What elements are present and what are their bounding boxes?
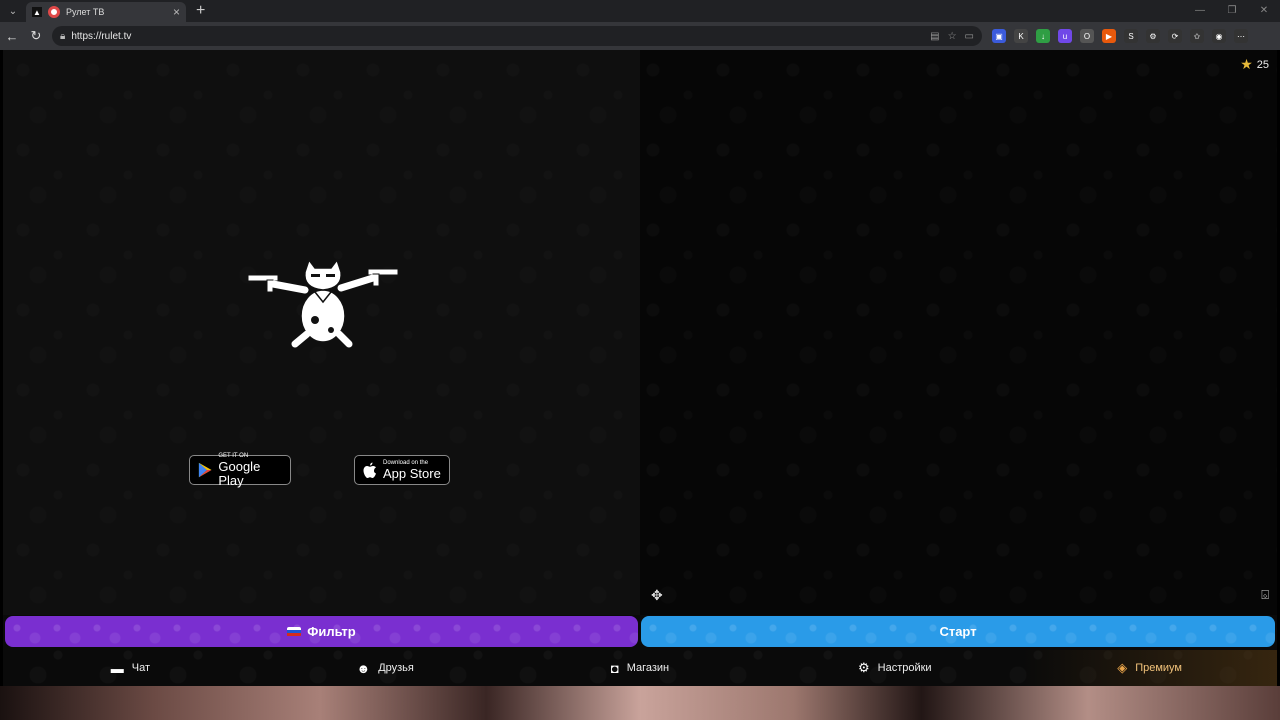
- nav-shop-label: Магазин: [626, 662, 670, 674]
- minimize-button[interactable]: —: [1184, 0, 1216, 22]
- app-favicon-icon: ▲: [32, 7, 42, 17]
- filter-label: Фильтр: [307, 624, 356, 639]
- omnibox-icons: ▤ ☆ ▭: [930, 31, 974, 42]
- friends-icon: ☻: [356, 660, 371, 676]
- extension-icon[interactable]: ▣: [992, 29, 1006, 43]
- back-button[interactable]: ←: [0, 29, 24, 44]
- google-play-button[interactable]: GET IT ON Google Play: [189, 453, 291, 488]
- profile-icon[interactable]: ◉: [1212, 29, 1226, 43]
- tab-list-chevron-icon[interactable]: ⌄: [0, 0, 26, 22]
- google-play-icon: [198, 462, 212, 478]
- window-controls: — ❐ ✕: [1184, 0, 1280, 22]
- nav-chat-label: Чат: [131, 662, 151, 674]
- extension-icon[interactable]: S: [1124, 29, 1138, 43]
- browser-tabbar: ⌄ ▲ Рулет ТВ × + — ❐ ✕: [0, 0, 1280, 22]
- extensions-bar: ▣ K ↓ u O ▶ S ⚙ ⟳ ✩ ◉ ⋯: [992, 29, 1248, 43]
- reload-button[interactable]: ↻: [24, 28, 48, 44]
- gamepad-icon[interactable]: ✥: [651, 587, 663, 604]
- google-play-big: Google Play: [218, 458, 261, 488]
- nav-item-premium[interactable]: ◈ Премиум: [1022, 650, 1277, 686]
- chat-icon: ▬: [110, 660, 124, 676]
- extension-icon[interactable]: u: [1058, 29, 1072, 43]
- filter-button[interactable]: Фильтр: [5, 616, 638, 647]
- menu-icon[interactable]: ⋯: [1234, 29, 1248, 43]
- start-button[interactable]: Старт: [641, 616, 1275, 647]
- right-video-panel: [640, 50, 1277, 615]
- site-favicon-icon: [48, 6, 60, 18]
- nav-friends-label: Друзья: [378, 662, 414, 674]
- new-tab-button[interactable]: +: [196, 2, 205, 20]
- start-label: Старт: [939, 624, 977, 639]
- bottom-navigation: ▬ Чат ☻ Друзья ◘ Магазин ⚙ Настройки ◈ П…: [3, 650, 1277, 686]
- nav-settings-label: Настройки: [877, 662, 932, 674]
- download-extension-icon[interactable]: ↓: [1036, 29, 1050, 43]
- nav-item-shop[interactable]: ◘ Магазин: [513, 650, 768, 686]
- gift-icon[interactable]: ⌺: [1261, 587, 1269, 603]
- app-store-big: App Store: [383, 465, 441, 481]
- shop-bag-icon: ◘: [610, 660, 619, 676]
- close-window-button[interactable]: ✕: [1248, 0, 1280, 22]
- gear-icon: ⚙: [857, 660, 870, 675]
- tag-icon: ◈: [1117, 660, 1128, 675]
- apple-icon: [363, 462, 376, 478]
- nav-item-chat[interactable]: ▬ Чат: [3, 650, 258, 686]
- cat-mascot-logo: [247, 258, 399, 348]
- url-text: https://rulet.tv: [71, 30, 132, 42]
- video-icon[interactable]: ▭: [965, 31, 974, 42]
- nav-item-settings[interactable]: ⚙ Настройки: [767, 650, 1022, 686]
- favorites-icon[interactable]: ✩: [1190, 29, 1204, 43]
- browser-toolbar: ← ↻ 🔒︎ https://rulet.tv ▤ ☆ ▭ ▣ K ↓ u O …: [0, 22, 1280, 50]
- tab-close-icon[interactable]: ×: [173, 5, 180, 19]
- reader-icon[interactable]: ▤: [930, 31, 939, 42]
- tab-title: Рулет ТВ: [66, 7, 105, 17]
- extension-icon[interactable]: ▶: [1102, 29, 1116, 43]
- browser-tab[interactable]: ▲ Рулет ТВ ×: [26, 2, 186, 22]
- extension-icon[interactable]: K: [1014, 29, 1028, 43]
- restore-button[interactable]: ❐: [1216, 0, 1248, 22]
- nav-item-friends[interactable]: ☻ Друзья: [258, 650, 513, 686]
- sync-icon[interactable]: ⟳: [1168, 29, 1182, 43]
- nav-premium-label: Премиум: [1135, 662, 1182, 674]
- favorite-star-icon[interactable]: ☆: [948, 31, 957, 42]
- webcam-overlay: [0, 686, 1280, 720]
- extension-icon[interactable]: O: [1080, 29, 1094, 43]
- russia-flag-icon: [287, 626, 302, 637]
- lock-icon: 🔒︎: [60, 30, 66, 42]
- coin-count: 25: [1256, 58, 1269, 71]
- page-content: ★ 25 GET IT ON Google Play Download on t…: [3, 50, 1277, 686]
- coin-balance[interactable]: ★ 25: [1240, 56, 1269, 73]
- star-icon: ★: [1240, 56, 1253, 72]
- app-store-button[interactable]: Download on the App Store: [354, 455, 450, 485]
- extensions-puzzle-icon[interactable]: ⚙: [1146, 29, 1160, 43]
- address-bar[interactable]: 🔒︎ https://rulet.tv ▤ ☆ ▭: [52, 26, 982, 46]
